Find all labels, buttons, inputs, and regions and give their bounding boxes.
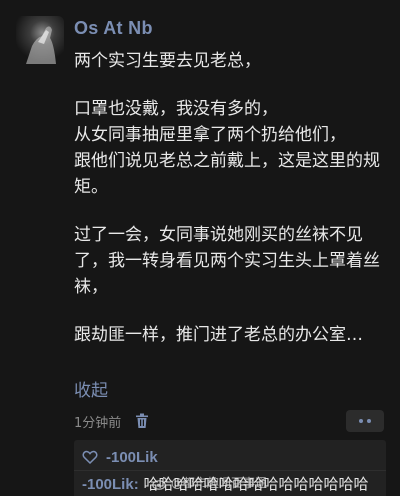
comment-text: 哈哈哈哈哈哈哈哈哈哈哈哈哈哈哈 — [138, 475, 369, 493]
avatar[interactable] — [16, 16, 64, 64]
post-paragraph: 两个实习生要去见老总， — [74, 51, 261, 71]
heart-icon[interactable] — [82, 449, 98, 465]
post-content: 两个实习生要去见老总， 口罩也没戴，我没有多的， 从女同事抽屉里拿了两个扔给他们… — [74, 48, 386, 370]
comment-item[interactable]: -100Lik: 哈哈哈哈哈哈哈哈哈哈哈哈哈哈哈 — [82, 473, 386, 495]
more-actions-button[interactable] — [346, 410, 384, 432]
post-paragraph: 过了一会，女同事说她刚买的丝袜不见了，我一转身看见两个实习生头上罩着丝袜， — [74, 225, 380, 297]
divider — [74, 470, 386, 471]
dot-icon — [359, 419, 363, 423]
username[interactable]: Os At Nb — [74, 18, 153, 39]
comment-author[interactable]: -100Lik: — [82, 476, 139, 493]
timestamp: 1分钟前 — [74, 415, 122, 431]
moment-post: Os At Nb 两个实习生要去见老总， 口罩也没戴，我没有多的， 从女同事抽屉… — [0, 0, 400, 496]
avatar-photo — [26, 26, 56, 64]
trash-icon[interactable] — [135, 413, 149, 429]
post-paragraph: 口罩也没戴，我没有多的， 从女同事抽屉里拿了两个扔给他们， 跟他们说见老总之前戴… — [74, 99, 380, 197]
like-user-name[interactable]: -100Lik — [106, 449, 158, 466]
post-meta: 1分钟前 — [74, 410, 149, 432]
collapse-link[interactable]: 收起 — [74, 376, 108, 401]
likes-comments-box: -100Lik -100Lik: 哈哈哈哈哈哈哈哈哈哈哈哈哈哈哈 — [74, 440, 386, 496]
post-paragraph: 跟劫匪一样，推门进了老总的办公室… — [74, 325, 363, 345]
dot-icon — [367, 419, 371, 423]
likes-row: -100Lik — [82, 446, 158, 468]
